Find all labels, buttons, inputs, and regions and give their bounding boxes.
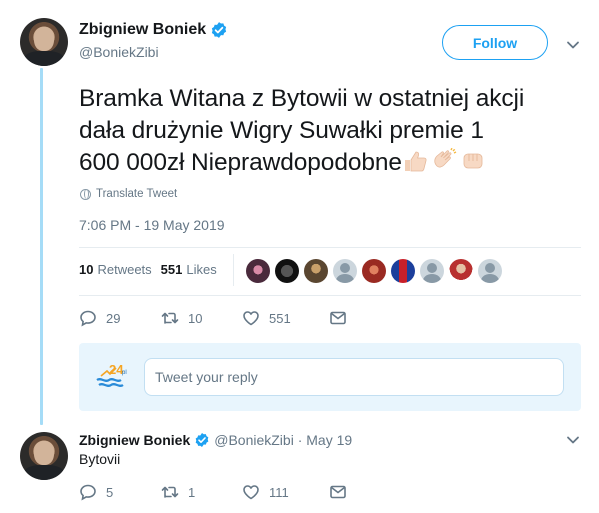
reply-text: Bytovii <box>79 451 121 467</box>
reply-count: 5 <box>106 484 114 500</box>
reply-meta[interactable]: @BoniekZibi · May 19 <box>214 432 352 448</box>
chevron-down-icon[interactable] <box>565 37 581 53</box>
retweets-label: Retweets <box>97 262 152 277</box>
translate-label: Translate Tweet <box>96 188 178 200</box>
liker-avatar[interactable] <box>333 259 357 283</box>
thumbs-up-emoji-icon <box>404 151 427 172</box>
like-action[interactable]: 551 <box>242 309 329 327</box>
retweet-icon <box>161 486 179 498</box>
thread-connector-line <box>40 68 43 425</box>
author-name[interactable]: Zbigniew Boniek <box>79 21 206 39</box>
like-count: 111 <box>269 484 289 500</box>
liker-avatar[interactable] <box>362 259 386 283</box>
reply-action[interactable]: 5 <box>79 483 161 501</box>
divider <box>79 295 581 296</box>
liker-avatar[interactable] <box>391 259 415 283</box>
divider <box>79 247 581 248</box>
liker-avatar[interactable] <box>420 259 444 283</box>
direct-message-action[interactable] <box>329 309 347 327</box>
retweet-action[interactable]: 1 <box>161 483 242 501</box>
fist-bump-emoji-icon <box>463 153 483 169</box>
reply-count: 29 <box>106 310 121 326</box>
likes-count: 551 <box>160 262 183 277</box>
like-action[interactable]: 111 <box>242 483 329 501</box>
reply-composer: 24 pl Tweet your reply <box>79 343 581 411</box>
clapping-hands-emoji-icon <box>434 148 457 168</box>
liker-avatar[interactable] <box>275 259 299 283</box>
reply-input[interactable]: Tweet your reply <box>144 358 564 396</box>
likes-stat[interactable]: 551 Likes <box>161 262 217 277</box>
liker-avatars <box>246 259 502 283</box>
liker-avatar[interactable] <box>449 259 473 283</box>
reply-icon <box>80 310 96 327</box>
envelope-icon <box>330 485 346 499</box>
reply-header: Zbigniew Boniek @BoniekZibi · May 19 <box>79 432 352 448</box>
envelope-icon <box>330 311 346 325</box>
retweet-count: 1 <box>188 484 196 500</box>
retweet-count: 10 <box>188 310 203 326</box>
retweet-action[interactable]: 10 <box>161 309 242 327</box>
tweet-actions: 29 10 551 <box>79 309 347 327</box>
globe-icon <box>80 188 91 200</box>
tweet-text: Bramka Witana z Bytowii w ostatniej akcj… <box>79 83 584 179</box>
reply-icon <box>80 484 96 501</box>
retweets-stat[interactable]: 10 Retweets <box>79 262 152 277</box>
author-handle[interactable]: @BoniekZibi <box>79 44 228 60</box>
tweet-stats: 10 Retweets 551 Likes <box>79 262 226 277</box>
likes-label: Likes <box>186 262 217 277</box>
follow-button[interactable]: Follow <box>442 25 548 60</box>
tweet-text-line: dała drużynie Wigry Suwałki premie 1 <box>79 117 484 144</box>
chevron-down-icon[interactable] <box>565 432 581 448</box>
translate-tweet-link[interactable]: Translate Tweet <box>80 188 177 200</box>
tweet-header: Zbigniew Boniek @BoniekZibi <box>79 21 228 60</box>
tweet-text-line: 600 000zł Nieprawdopodobne <box>79 149 402 176</box>
liker-avatar[interactable] <box>304 259 328 283</box>
author-avatar[interactable] <box>20 18 68 66</box>
reply-actions: 5 1 111 <box>79 483 347 501</box>
heart-icon <box>243 311 259 326</box>
stats-separator <box>233 254 234 286</box>
liker-avatar[interactable] <box>246 259 270 283</box>
tweet-text-line: Bramka Witana z Bytowii w ostatniej akcj… <box>79 85 525 112</box>
heart-icon <box>243 485 259 500</box>
reply-author-avatar[interactable] <box>20 432 68 480</box>
verified-badge-icon <box>212 22 227 38</box>
tweet-timestamp[interactable]: 7:06 PM - 19 May 2019 <box>79 217 225 233</box>
retweet-icon <box>161 312 179 324</box>
retweets-count: 10 <box>79 262 94 277</box>
user-avatar-logo-icon[interactable]: 24 pl <box>95 362 129 390</box>
like-count: 551 <box>269 310 291 326</box>
svg-text:pl: pl <box>122 370 127 376</box>
verified-badge-icon <box>195 433 209 447</box>
reply-author-name[interactable]: Zbigniew Boniek <box>79 432 190 448</box>
liker-avatar[interactable] <box>478 259 502 283</box>
reply-action[interactable]: 29 <box>79 309 161 327</box>
direct-message-action[interactable] <box>329 483 347 501</box>
